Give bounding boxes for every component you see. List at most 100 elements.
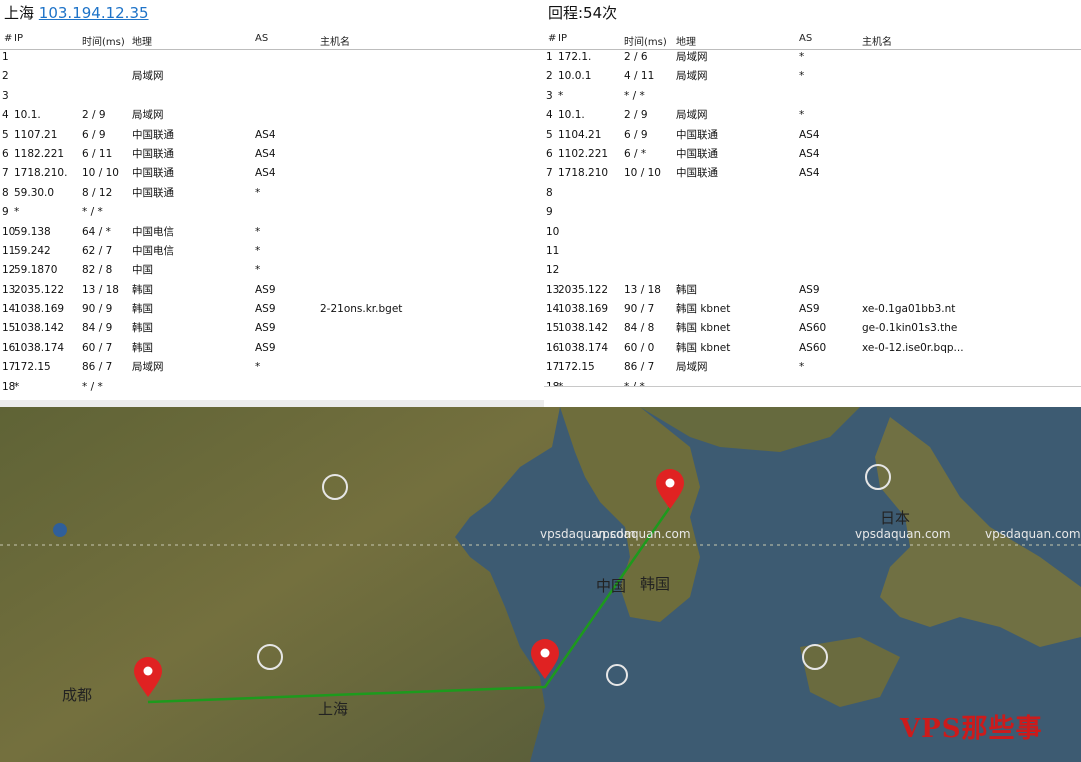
table-row[interactable]: 18 * * / * (0, 378, 544, 397)
cell-geo: 局域网 (676, 51, 708, 63)
return-title: 回程:54次 (548, 4, 618, 22)
cell-hop: 7 (2, 167, 9, 180)
cell-ip: * (14, 206, 20, 219)
table-row[interactable]: 17 172.15 86 / 7 局域网 * (544, 358, 1081, 377)
cell-hop: 9 (546, 206, 553, 219)
table-row[interactable]: 13 2035.122 13 / 18 韩国 AS9 (0, 281, 544, 300)
table-row[interactable]: 6 1102.221 6 / * 中国联通 AS4 (544, 145, 1081, 164)
cell-geo: 中国联通 (676, 128, 718, 141)
cell-time: 13 / 18 (624, 283, 661, 296)
cell-ip: 1718.210 (558, 167, 609, 180)
cell-time: 60 / 0 (624, 341, 655, 354)
cell-time: 84 / 8 (624, 322, 655, 335)
table-row[interactable]: 1 172.1. 2 / 6 局域网 * (544, 48, 1081, 67)
col-ip: IP (14, 33, 23, 44)
table-row[interactable]: 3 (0, 87, 544, 106)
cell-time: 6 / 11 (82, 147, 113, 160)
cell-geo: 局域网 (132, 109, 164, 122)
label-shanghai: 上海 (318, 700, 349, 718)
cell-ip: 59.138 (14, 225, 51, 238)
cell-geo: 中国联通 (676, 167, 718, 180)
table-row[interactable]: 9 (544, 203, 1081, 222)
col-time: 时间(ms) (624, 37, 667, 48)
table-row[interactable]: 6 1182.221 6 / 11 中国联通 AS4 (0, 145, 544, 164)
cell-geo: 中国联通 (132, 186, 174, 199)
table-row[interactable]: 2 10.0.1 4 / 11 局域网 * (544, 67, 1081, 86)
table-row[interactable]: 15 1038.142 84 / 8 韩国 kbnet AS60 ge-0.1kin01s… (544, 319, 1081, 338)
cell-hop: 2 (2, 70, 9, 83)
cell-as: AS9 (799, 283, 820, 296)
cell-ip: 1104.21 (558, 128, 602, 141)
cell-geo: 韩国 kbnet (676, 322, 731, 335)
table-row[interactable]: 3 * * / * (544, 87, 1081, 106)
cell-as: * (799, 109, 805, 122)
cell-ip: 2035.122 (558, 283, 609, 296)
outbound-title: 上海 103.194.12.35 (4, 2, 149, 23)
table-row[interactable]: 13 2035.122 13 / 18 韩国 AS9 (544, 281, 1081, 300)
cell-geo: 韩国 kbnet (676, 341, 731, 354)
col-geo: 地理 (676, 37, 696, 48)
table-row[interactable]: 8 59.30.0 8 / 12 中国联通 * (0, 184, 544, 203)
cell-as: * (799, 361, 805, 374)
table-row[interactable]: 4 10.1. 2 / 9 局域网 * (544, 106, 1081, 125)
table-row[interactable]: 12 (544, 261, 1081, 280)
cell-time: 6 / 9 (82, 128, 106, 141)
table-row[interactable]: 2 局域网 (0, 67, 544, 86)
cell-as: AS4 (255, 147, 276, 160)
cell-geo: 局域网 (676, 70, 708, 83)
cell-hop: 6 (2, 147, 9, 160)
cell-time: * / * (82, 206, 103, 219)
cell-as: * (255, 264, 261, 277)
cell-hop: 2 (546, 70, 553, 83)
cell-time: 10 / 10 (82, 167, 119, 180)
table-row[interactable]: 9 * * / * (0, 203, 544, 222)
cell-time: 2 / 6 (624, 51, 648, 63)
table-row[interactable]: 5 1104.21 6 / 9 中国联通 AS4 (544, 126, 1081, 145)
cell-geo: 韩国 (132, 283, 153, 296)
col-host: 主机名 (320, 37, 350, 48)
cell-as: * (255, 244, 261, 257)
cell-ip: * (14, 380, 20, 393)
cell-ip: 59.242 (14, 244, 51, 257)
table-row[interactable]: 5 1107.21 6 / 9 中国联通 AS4 (0, 126, 544, 145)
cell-ip: 1182.221 (14, 147, 65, 160)
cell-as: * (799, 51, 805, 63)
table-row[interactable]: 17 172.15 86 / 7 局域网 * (0, 358, 544, 377)
cell-ip: 172.15 (14, 361, 51, 374)
target-ip-link[interactable]: 103.194.12.35 (39, 4, 149, 22)
cell-hop: 3 (2, 89, 9, 102)
cell-time: * / * (624, 380, 645, 387)
table-row[interactable]: 16 1038.174 60 / 7 韩国 AS9 (0, 339, 544, 358)
cell-hop: 5 (546, 128, 553, 141)
china-landmass (0, 407, 560, 762)
table-row[interactable]: 4 10.1. 2 / 9 局域网 (0, 106, 544, 125)
cell-ip: 1107.21 (14, 128, 58, 141)
table-row[interactable]: 8 (544, 184, 1081, 203)
table-row[interactable]: 1 (0, 48, 544, 67)
cell-ip: 10.1. (14, 109, 41, 122)
table-row[interactable]: 14 1038.169 90 / 9 韩国 AS9 2-21ons.kr.bget (0, 300, 544, 319)
table-row[interactable]: 15 1038.142 84 / 9 韩国 AS9 (0, 319, 544, 338)
title-prefix: 上海 (4, 4, 35, 22)
cell-host: 2-21ons.kr.bget (320, 303, 403, 316)
cell-ip: 1038.142 (14, 322, 65, 335)
cell-hop: 8 (546, 186, 553, 199)
table-row[interactable]: 7 1718.210. 10 / 10 中国联通 AS4 (0, 164, 544, 183)
cell-geo: 中国联通 (132, 167, 174, 180)
table-row[interactable]: 16 1038.174 60 / 0 韩国 kbnet AS60 xe-0-12.ise0… (544, 339, 1081, 358)
cell-geo: 中国电信 (132, 244, 174, 257)
table-row[interactable]: 18 * * / * (544, 378, 1081, 387)
table-row[interactable]: 11 59.242 62 / 7 中国电信 * (0, 242, 544, 261)
table-row[interactable]: 11 (544, 242, 1081, 261)
table-row[interactable]: 10 (544, 223, 1081, 242)
table-row[interactable]: 10 59.138 64 / * 中国电信 * (0, 223, 544, 242)
cell-time: * / * (624, 89, 645, 102)
cell-geo: 韩国 (132, 341, 153, 354)
cell-geo: 中国联通 (132, 128, 174, 141)
table-row[interactable]: 14 1038.169 90 / 7 韩国 kbnet AS9 xe-0.1ga01bb3… (544, 300, 1081, 319)
cell-ip: 2035.122 (14, 283, 65, 296)
table-row[interactable]: 12 59.1870 82 / 8 中国 * (0, 261, 544, 280)
col-as: AS (255, 33, 269, 44)
table-row[interactable]: 7 1718.210 10 / 10 中国联通 AS4 (544, 164, 1081, 183)
col-as: AS (799, 33, 813, 44)
